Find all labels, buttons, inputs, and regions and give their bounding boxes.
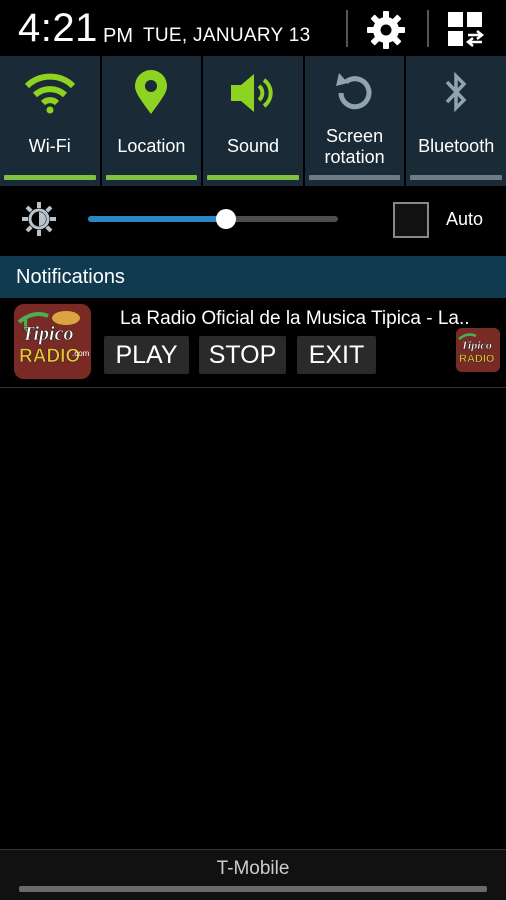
- header-divider: [346, 10, 348, 47]
- gear-icon[interactable]: [364, 8, 408, 52]
- brightness-slider-thumb[interactable]: [215, 209, 236, 229]
- bluetooth-icon: [431, 70, 481, 116]
- wifi-icon: [24, 70, 75, 116]
- qs-indicator-screen-rotation: [308, 175, 401, 180]
- bottom-carrier-bar: T-Mobile: [0, 849, 506, 900]
- stop-button[interactable]: STOP: [199, 336, 286, 374]
- tipico-radio-small-logo: Tipico RADIO: [456, 328, 500, 372]
- qs-label-screen-rotation: Screen rotation: [305, 126, 405, 168]
- brightness-row: Auto: [0, 186, 506, 256]
- svg-text:RADIO: RADIO: [459, 353, 495, 365]
- rotation-icon: [330, 70, 380, 116]
- clock-ampm: PM: [103, 25, 133, 47]
- play-button[interactable]: PLAY: [104, 336, 189, 374]
- auto-brightness-checkbox[interactable]: [393, 202, 429, 238]
- qs-tile-location[interactable]: Location: [101, 56, 202, 186]
- svg-text:.com: .com: [72, 349, 90, 358]
- drag-handle[interactable]: [19, 886, 487, 892]
- status-header: 4:21 PM TUE, JANUARY 13: [0, 0, 506, 56]
- brightness-sun-icon: [22, 202, 56, 236]
- location-pin-icon: [126, 70, 176, 116]
- qs-tile-screen-rotation[interactable]: Screen rotation: [304, 56, 405, 186]
- svg-text:Tipico: Tipico: [22, 323, 73, 345]
- header-divider: [427, 10, 429, 47]
- brightness-slider-fill: [88, 216, 226, 222]
- qs-label-wifi: Wi-Fi: [28, 136, 71, 156]
- notification-text: La Radio Oficial de la Musica Tipica - L…: [120, 308, 470, 329]
- qs-label-screen-rotation-line1: Screen: [326, 126, 384, 146]
- grid-toggle-icon[interactable]: [446, 10, 486, 48]
- qs-label-bluetooth: Bluetooth: [418, 136, 495, 156]
- qs-tile-sound[interactable]: Sound: [203, 56, 303, 186]
- qs-label-location: Location: [117, 136, 186, 156]
- carrier-label: T-Mobile: [216, 858, 290, 879]
- notifications-header: Notifications: [0, 256, 506, 298]
- qs-tile-wifi[interactable]: Wi-Fi: [0, 56, 100, 186]
- auto-brightness-label: Auto: [446, 209, 484, 229]
- qs-label-sound: Sound: [226, 136, 280, 156]
- svg-text:Tipico: Tipico: [461, 338, 492, 352]
- brightness-slider[interactable]: [88, 216, 338, 222]
- speaker-icon: [228, 70, 278, 116]
- qs-tile-bluetooth[interactable]: Bluetooth: [406, 56, 506, 186]
- qs-indicator-sound: [207, 175, 299, 180]
- clock-time: 4:21: [18, 6, 98, 50]
- qs-indicator-wifi: [4, 175, 96, 180]
- tipico-radio-logo: Tipico RADIO .com: [14, 304, 91, 379]
- notification-card[interactable]: Tipico RADIO .com La Radio Oficial de la…: [0, 298, 506, 388]
- quick-settings-panel: Wi-Fi Location Sound Screen rotation Blu…: [0, 56, 506, 186]
- qs-label-screen-rotation-line2: rotation: [324, 147, 385, 167]
- qs-indicator-bluetooth: [410, 175, 502, 180]
- qs-indicator-location: [105, 175, 198, 180]
- notifications-title: Notifications: [16, 266, 125, 288]
- date-label: TUE, JANUARY 13: [143, 25, 311, 46]
- exit-button[interactable]: EXIT: [297, 336, 376, 374]
